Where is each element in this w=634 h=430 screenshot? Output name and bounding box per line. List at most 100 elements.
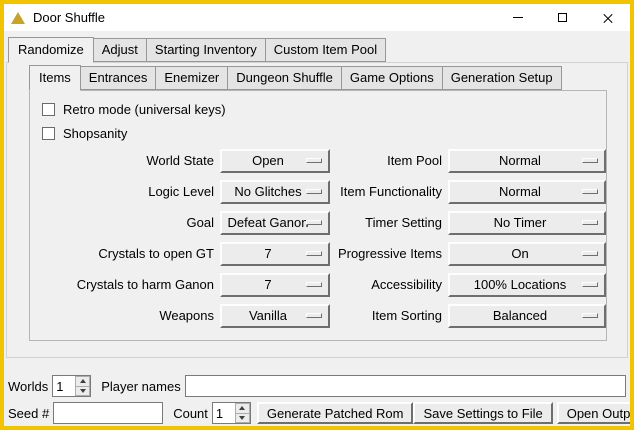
item-functionality-label: Item Functionality [330, 184, 442, 199]
tab-enemizer[interactable]: Enemizer [155, 66, 228, 90]
save-settings-button[interactable]: Save Settings to File [413, 402, 552, 424]
tab-generation-setup[interactable]: Generation Setup [442, 66, 562, 90]
seed-input[interactable] [53, 402, 163, 424]
worlds-spin-down-button[interactable] [75, 387, 90, 397]
worlds-input[interactable] [53, 376, 75, 396]
option-row: Crystals to harm Ganon 7 Accessibility 1… [30, 269, 606, 300]
dropdown-value: 7 [264, 246, 285, 261]
triforce-icon [11, 12, 25, 24]
client-area: Randomize Adjust Starting Inventory Cust… [4, 36, 630, 430]
timer-setting-dropdown[interactable]: No Timer [448, 211, 606, 235]
worlds-spinbox[interactable] [52, 375, 91, 397]
worlds-label: Worlds [8, 379, 48, 394]
dropdown-indicator-icon [306, 189, 322, 194]
window-controls [495, 4, 630, 31]
world-state-dropdown[interactable]: Open [220, 149, 330, 173]
tab-custom-item-pool[interactable]: Custom Item Pool [265, 38, 386, 62]
spin-up-icon [80, 379, 86, 383]
spin-down-icon [239, 416, 245, 420]
crystals-gt-dropdown[interactable]: 7 [220, 242, 330, 266]
worlds-spin-buttons [75, 376, 90, 396]
tab-game-options[interactable]: Game Options [341, 66, 443, 90]
titlebar: Door Shuffle [4, 4, 630, 31]
dropdown-value: On [511, 246, 542, 261]
checkbox-box[interactable] [42, 103, 55, 116]
count-spin-down-button[interactable] [235, 414, 250, 424]
bottom-controls: Worlds Player names Seed # Count [8, 375, 626, 424]
player-names-input[interactable] [185, 375, 626, 397]
items-panel: Retro mode (universal keys) Shopsanity W… [29, 90, 607, 341]
generate-patched-rom-button[interactable]: Generate Patched Rom [257, 402, 414, 424]
dropdown-indicator-icon [306, 158, 322, 163]
checkbox-box[interactable] [42, 127, 55, 140]
item-functionality-dropdown[interactable]: Normal [448, 180, 606, 204]
seed-row: Seed # Count Generate Patched Rom Save S… [8, 402, 626, 424]
crystals-gt-label: Crystals to open GT [30, 246, 214, 261]
tab-dungeon-shuffle[interactable]: Dungeon Shuffle [227, 66, 342, 90]
seed-label: Seed # [8, 406, 49, 421]
tab-entrances[interactable]: Entrances [80, 66, 157, 90]
dropdown-indicator-icon [582, 189, 598, 194]
maximize-button[interactable] [540, 4, 585, 31]
item-pool-dropdown[interactable]: Normal [448, 149, 606, 173]
dropdown-value: No Timer [494, 215, 561, 230]
dropdown-value: Normal [499, 153, 555, 168]
crystals-ganon-dropdown[interactable]: 7 [220, 273, 330, 297]
timer-setting-label: Timer Setting [330, 215, 442, 230]
option-row: World State Open Item Pool Normal [30, 145, 606, 176]
options-grid: World State Open Item Pool Normal Logic … [30, 145, 606, 331]
option-row: Logic Level No Glitches Item Functionali… [30, 176, 606, 207]
weapons-dropdown[interactable]: Vanilla [220, 304, 330, 328]
goal-dropdown[interactable]: Defeat Ganon [220, 211, 330, 235]
close-icon [602, 12, 614, 24]
open-output-directory-button[interactable]: Open Output Directory [557, 402, 634, 424]
count-label: Count [173, 406, 208, 421]
option-row: Weapons Vanilla Item Sorting Balanced [30, 300, 606, 331]
window-title: Door Shuffle [33, 10, 105, 25]
goal-label: Goal [30, 215, 214, 230]
dropdown-indicator-icon [306, 282, 322, 287]
count-spin-up-button[interactable] [235, 403, 250, 414]
progressive-items-label: Progressive Items [330, 246, 442, 261]
item-sorting-label: Item Sorting [330, 308, 442, 323]
dropdown-indicator-icon [582, 220, 598, 225]
close-button[interactable] [585, 4, 630, 31]
dropdown-value: Balanced [493, 308, 561, 323]
item-sorting-dropdown[interactable]: Balanced [448, 304, 606, 328]
dropdown-value: Normal [499, 184, 555, 199]
minimize-button[interactable] [495, 4, 540, 31]
dropdown-indicator-icon [306, 313, 322, 318]
accessibility-label: Accessibility [330, 277, 442, 292]
dropdown-value: Open [252, 153, 298, 168]
player-names-label: Player names [101, 379, 180, 394]
app-icon [10, 10, 26, 26]
progressive-items-dropdown[interactable]: On [448, 242, 606, 266]
main-tab-bar: Randomize Adjust Starting Inventory Cust… [8, 36, 630, 62]
item-pool-label: Item Pool [330, 153, 442, 168]
dropdown-value: 100% Locations [474, 277, 581, 292]
spin-down-icon [80, 389, 86, 393]
dropdown-indicator-icon [306, 251, 322, 256]
tab-randomize[interactable]: Randomize [8, 37, 94, 63]
dropdown-indicator-icon [306, 220, 322, 225]
world-state-label: World State [30, 153, 214, 168]
tab-starting-inventory[interactable]: Starting Inventory [146, 38, 266, 62]
logic-level-label: Logic Level [30, 184, 214, 199]
accessibility-dropdown[interactable]: 100% Locations [448, 273, 606, 297]
checkbox-retro-mode[interactable]: Retro mode (universal keys) [30, 97, 606, 121]
worlds-spin-up-button[interactable] [75, 376, 90, 387]
sub-tab-bar: Items Entrances Enemizer Dungeon Shuffle… [29, 64, 627, 90]
tab-items[interactable]: Items [29, 65, 81, 91]
dropdown-indicator-icon [582, 313, 598, 318]
minimize-icon [513, 17, 523, 18]
worlds-row: Worlds Player names [8, 375, 626, 397]
logic-level-dropdown[interactable]: No Glitches [220, 180, 330, 204]
option-row: Goal Defeat Ganon Timer Setting No Timer [30, 207, 606, 238]
tab-adjust[interactable]: Adjust [93, 38, 147, 62]
count-input[interactable] [213, 403, 235, 423]
dropdown-indicator-icon [582, 282, 598, 287]
dropdown-value: No Glitches [234, 184, 315, 199]
dropdown-indicator-icon [582, 158, 598, 163]
checkbox-shopsanity[interactable]: Shopsanity [30, 121, 606, 145]
count-spinbox[interactable] [212, 402, 251, 424]
